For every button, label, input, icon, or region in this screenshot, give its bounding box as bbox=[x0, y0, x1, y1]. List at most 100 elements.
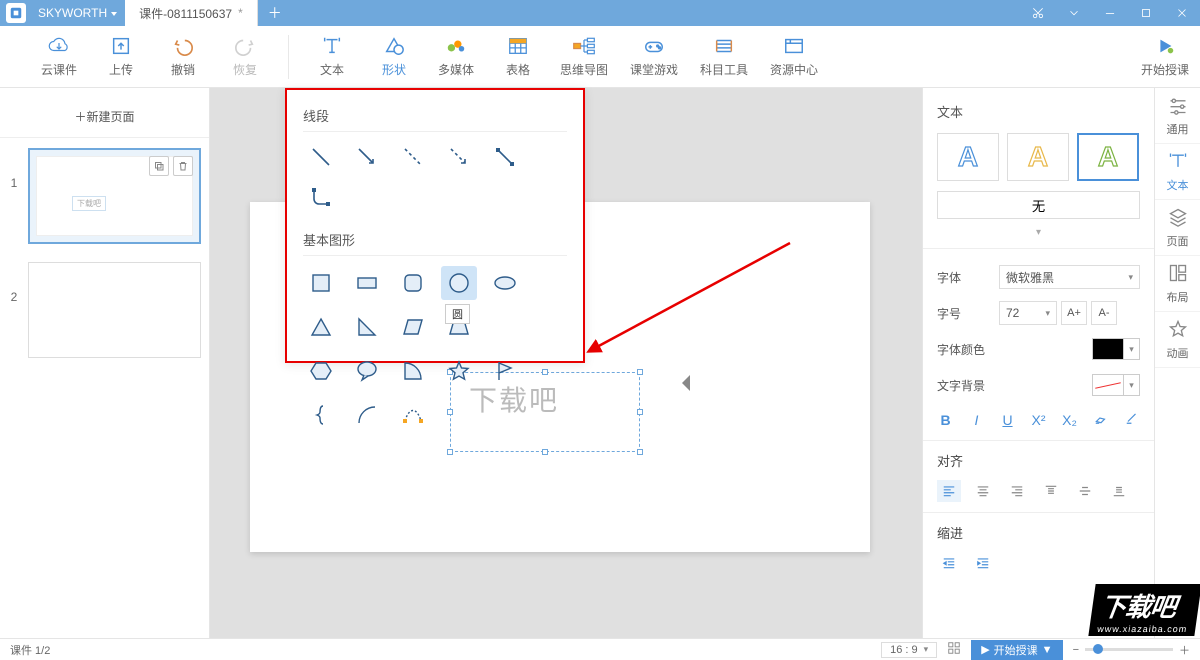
dropdown-icon[interactable] bbox=[1056, 0, 1092, 26]
shape-button[interactable]: 形状 bbox=[363, 29, 425, 84]
subject-button[interactable]: 科目工具 bbox=[689, 29, 759, 84]
collapse-panel-icon[interactable] bbox=[682, 375, 690, 391]
highlight-button[interactable] bbox=[1092, 411, 1109, 428]
table-button[interactable]: 表格 bbox=[487, 29, 549, 84]
lines-section-title: 线段 bbox=[303, 106, 567, 125]
bold-button[interactable]: B bbox=[937, 412, 954, 428]
indent-decrease-button[interactable] bbox=[937, 552, 961, 574]
square-shape-icon[interactable] bbox=[303, 266, 339, 300]
star-shape-icon[interactable] bbox=[441, 354, 477, 388]
brace-shape-icon[interactable] bbox=[303, 398, 339, 432]
rail-layout[interactable]: 布局 bbox=[1155, 256, 1200, 312]
flag-shape-icon[interactable] bbox=[487, 354, 523, 388]
circle-shape-icon[interactable]: 圆 bbox=[441, 266, 477, 300]
start-teaching-status-button[interactable]: ▶ 开始授课 ▼ bbox=[971, 640, 1062, 660]
delete-slide-icon[interactable] bbox=[173, 156, 193, 176]
watermark: 下载吧 www.xiazaiba.com bbox=[1088, 584, 1200, 636]
table-icon bbox=[505, 35, 531, 57]
upload-button[interactable]: 上传 bbox=[90, 29, 152, 84]
hexagon-shape-icon[interactable] bbox=[303, 354, 339, 388]
close-button[interactable] bbox=[1164, 0, 1200, 26]
decrease-size-button[interactable]: A- bbox=[1091, 301, 1117, 325]
line-dashed-arrow-icon[interactable] bbox=[441, 142, 477, 172]
line-solid-icon[interactable] bbox=[303, 142, 339, 172]
clear-format-button[interactable] bbox=[1123, 411, 1140, 428]
text-style-preset[interactable]: A bbox=[1077, 133, 1139, 181]
font-size-select[interactable]: 72▾ bbox=[999, 301, 1057, 325]
line-elbow-icon[interactable] bbox=[303, 182, 339, 212]
dirty-indicator-icon: * bbox=[238, 6, 243, 20]
line-arrow-icon[interactable] bbox=[349, 142, 385, 172]
rail-page[interactable]: 页面 bbox=[1155, 200, 1200, 256]
minimize-button[interactable] bbox=[1092, 0, 1128, 26]
speech-bubble-shape-icon[interactable] bbox=[349, 354, 385, 388]
font-color-picker[interactable]: ▾ bbox=[1092, 338, 1140, 360]
align-top-button[interactable] bbox=[1039, 480, 1063, 502]
slide-thumbnail[interactable]: 1 下载吧 bbox=[0, 138, 209, 252]
duplicate-slide-icon[interactable] bbox=[149, 156, 169, 176]
triangle-shape-icon[interactable] bbox=[303, 310, 339, 344]
aspect-ratio-select[interactable]: 16 : 9▾ bbox=[881, 642, 937, 658]
resize-handle[interactable] bbox=[447, 449, 453, 455]
zoom-control[interactable]: − ＋ bbox=[1073, 642, 1190, 658]
resize-handle[interactable] bbox=[637, 449, 643, 455]
increase-size-button[interactable]: A+ bbox=[1061, 301, 1087, 325]
maximize-button[interactable] bbox=[1128, 0, 1164, 26]
resource-button[interactable]: 资源中心 bbox=[759, 29, 829, 84]
align-left-button[interactable] bbox=[937, 480, 961, 502]
rectangle-shape-icon[interactable] bbox=[349, 266, 385, 300]
font-select[interactable]: 微软雅黑▾ bbox=[999, 265, 1140, 289]
app-logo-icon bbox=[6, 3, 26, 23]
rail-text[interactable]: 文本 bbox=[1155, 144, 1200, 200]
ellipse-shape-icon[interactable] bbox=[487, 266, 523, 300]
no-style-button[interactable]: 无 bbox=[937, 191, 1140, 219]
arc-shape-icon[interactable] bbox=[349, 398, 385, 432]
collapse-icon[interactable]: ▾ bbox=[937, 227, 1140, 238]
resize-handle[interactable] bbox=[637, 369, 643, 375]
text-button[interactable]: 文本 bbox=[301, 29, 363, 84]
italic-button[interactable]: I bbox=[968, 412, 985, 428]
shape-tooltip: 圆 bbox=[445, 304, 470, 324]
cut-icon[interactable] bbox=[1020, 0, 1056, 26]
rail-animation[interactable]: 动画 bbox=[1155, 312, 1200, 368]
text-style-preset[interactable]: A bbox=[937, 133, 999, 181]
line-dashed-icon[interactable] bbox=[395, 142, 431, 172]
undo-button[interactable]: 撤销 bbox=[152, 29, 214, 84]
mindmap-button[interactable]: 思维导图 bbox=[549, 29, 619, 84]
redo-button: 恢复 bbox=[214, 29, 276, 84]
superscript-button[interactable]: X² bbox=[1030, 412, 1047, 428]
rounded-rect-shape-icon[interactable] bbox=[395, 266, 431, 300]
rail-general[interactable]: 通用 bbox=[1155, 88, 1200, 144]
app-name[interactable]: SKYWORTH bbox=[30, 6, 125, 20]
subscript-button[interactable]: X₂ bbox=[1061, 412, 1078, 428]
align-center-button[interactable] bbox=[971, 480, 995, 502]
zoom-out-button[interactable]: − bbox=[1073, 644, 1079, 656]
start-teaching-button[interactable]: 开始授课 bbox=[1130, 29, 1200, 84]
parallelogram-shape-icon[interactable] bbox=[395, 310, 431, 344]
text-style-preset[interactable]: A bbox=[1007, 133, 1069, 181]
canvas-area[interactable]: 下载吧 线段 基本图形 圆 bbox=[210, 88, 922, 638]
shapes-popup: 线段 基本图形 圆 bbox=[285, 88, 585, 363]
resize-handle[interactable] bbox=[637, 409, 643, 415]
align-bottom-button[interactable] bbox=[1107, 480, 1131, 502]
right-triangle-shape-icon[interactable] bbox=[349, 310, 385, 344]
line-endpoints-icon[interactable] bbox=[487, 142, 523, 172]
grid-view-icon[interactable] bbox=[947, 641, 961, 658]
resize-handle[interactable] bbox=[542, 449, 548, 455]
new-page-button[interactable]: ＋新建页面 bbox=[0, 96, 209, 138]
new-tab-button[interactable]: ＋ bbox=[258, 3, 292, 23]
indent-increase-button[interactable] bbox=[971, 552, 995, 574]
bg-color-picker[interactable]: ▾ bbox=[1092, 374, 1140, 396]
align-right-button[interactable] bbox=[1005, 480, 1029, 502]
align-middle-button[interactable] bbox=[1073, 480, 1097, 502]
game-button[interactable]: 课堂游戏 bbox=[619, 29, 689, 84]
slide-thumbnail[interactable]: 2 bbox=[0, 252, 209, 366]
bezier-shape-icon[interactable] bbox=[395, 398, 431, 432]
media-button[interactable]: 多媒体 bbox=[425, 29, 487, 84]
zoom-in-button[interactable]: ＋ bbox=[1179, 642, 1190, 658]
zoom-slider[interactable] bbox=[1085, 648, 1173, 651]
underline-button[interactable]: U bbox=[999, 412, 1016, 428]
cloud-courseware-button[interactable]: 云课件 bbox=[28, 29, 90, 84]
pie-shape-icon[interactable] bbox=[395, 354, 431, 388]
document-tab[interactable]: 课件-0811150637 * bbox=[125, 0, 258, 26]
